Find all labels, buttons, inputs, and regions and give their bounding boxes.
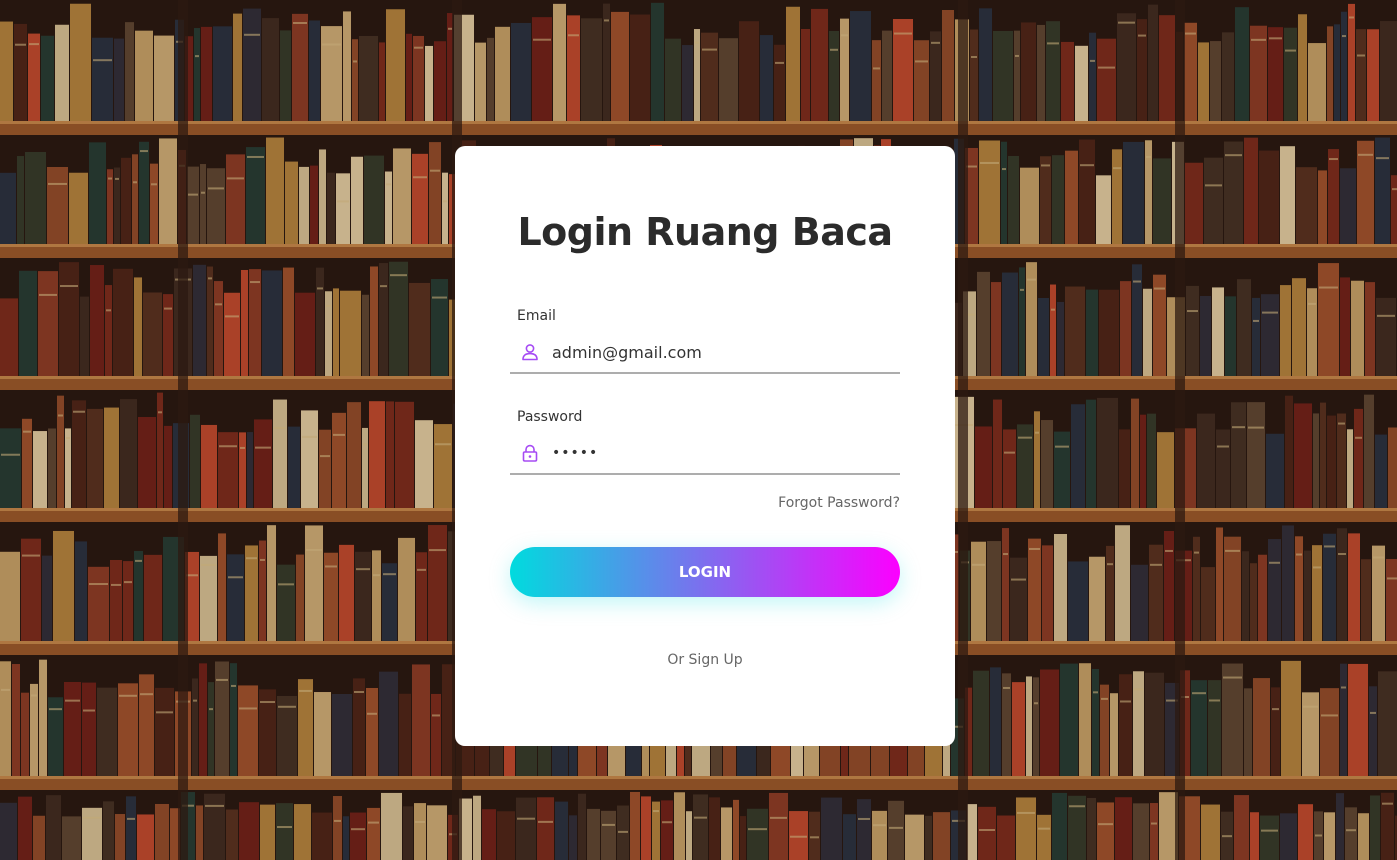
email-input-row (510, 332, 900, 374)
page-title: Login Ruang Baca (517, 210, 893, 254)
email-input[interactable] (552, 337, 882, 367)
password-input-row (510, 433, 900, 475)
email-label: Email (517, 308, 556, 324)
person-icon (521, 343, 539, 361)
lock-icon (521, 444, 539, 462)
login-card: Login Ruang Baca Email Password (455, 146, 955, 746)
password-label: Password (517, 409, 583, 425)
forgot-password-link[interactable]: Forgot Password? (778, 495, 900, 511)
password-input[interactable] (552, 438, 882, 468)
signup-link[interactable]: Or Sign Up (455, 652, 955, 668)
login-button[interactable]: LOGIN (510, 547, 900, 597)
